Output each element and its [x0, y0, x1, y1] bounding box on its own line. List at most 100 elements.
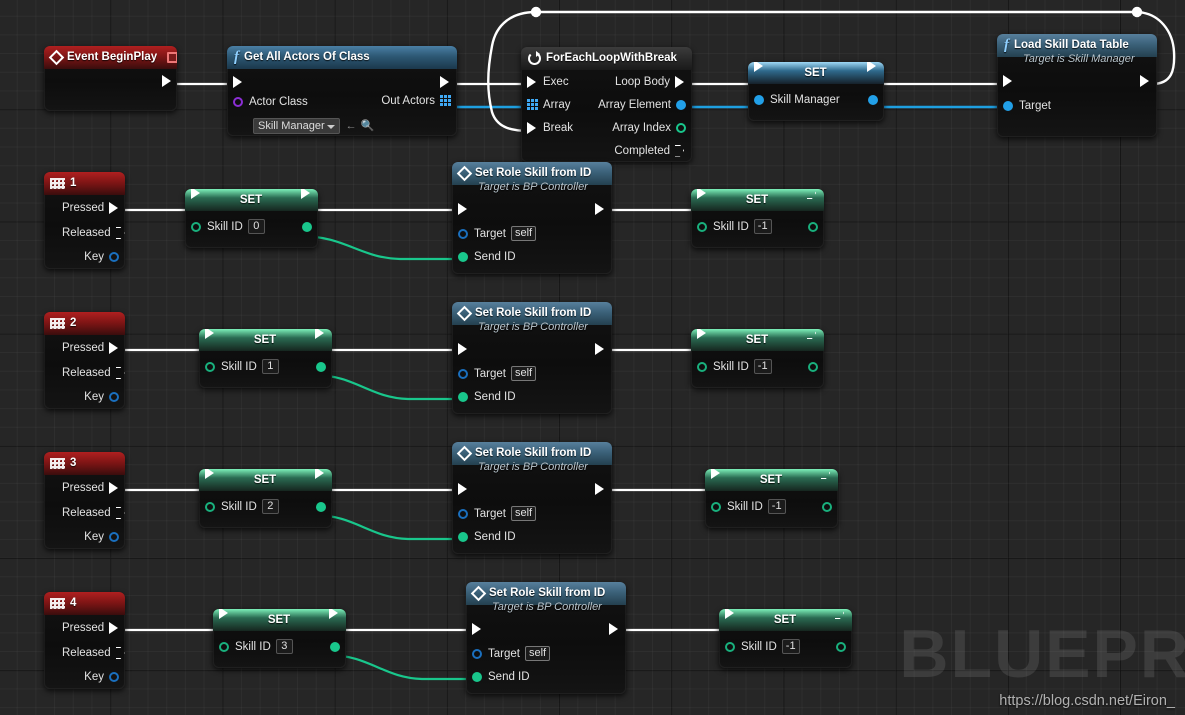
- exec-out-pin[interactable]: [609, 623, 620, 635]
- node-set-skill-manager[interactable]: SET Skill Manager: [748, 62, 884, 121]
- skill-id-value[interactable]: -1: [753, 219, 772, 234]
- target-pin[interactable]: [458, 508, 468, 519]
- node-set-skill-id-left-2[interactable]: SET Skill ID 1: [199, 329, 332, 388]
- exec-out-pin[interactable]: [821, 469, 832, 479]
- actor-class-value[interactable]: Skill Manager: [253, 117, 340, 134]
- array-element-pin[interactable]: [676, 99, 686, 110]
- skill-id-in-pin[interactable]: [191, 221, 201, 232]
- exec-in-pin[interactable]: [191, 189, 202, 199]
- delegate-square-icon[interactable]: [167, 52, 177, 63]
- exec-in-pin[interactable]: [711, 469, 722, 479]
- key-pin[interactable]: [109, 532, 119, 542]
- node-load-skill-data-table[interactable]: f Load Skill Data Table Target is Skill …: [997, 34, 1157, 137]
- skill-id-value[interactable]: -1: [767, 499, 786, 514]
- exec-in-pin[interactable]: [697, 189, 708, 199]
- exec-in-pin[interactable]: [472, 623, 483, 635]
- skill-id-value[interactable]: 2: [261, 499, 279, 514]
- array-index-pin[interactable]: [676, 122, 686, 133]
- exec-in-pin[interactable]: [1003, 75, 1014, 87]
- exec-out-pin[interactable]: [595, 483, 606, 495]
- exec-out-pin[interactable]: [867, 62, 878, 72]
- exec-in-pin[interactable]: [458, 203, 469, 215]
- key-pin[interactable]: [109, 252, 119, 262]
- released-exec-pin[interactable]: [115, 647, 125, 659]
- node-set-skill-id-left-3[interactable]: SET Skill ID 2: [199, 469, 332, 528]
- node-set-role-skill-from-id-2[interactable]: Set Role Skill from ID Target is BP Cont…: [452, 302, 612, 414]
- skill-id-in-pin[interactable]: [697, 221, 707, 232]
- node-set-skill-id-left-1[interactable]: SET Skill ID 0: [185, 189, 318, 248]
- node-set-skill-id-left-4[interactable]: SET Skill ID 3: [213, 609, 346, 668]
- completed-exec-pin[interactable]: [675, 144, 686, 157]
- exec-in-pin[interactable]: [697, 329, 708, 339]
- released-exec-pin[interactable]: [115, 507, 125, 519]
- skill-manager-out-pin[interactable]: [868, 94, 878, 105]
- node-key-event-1[interactable]: 1 Pressed Released Key: [44, 172, 125, 269]
- exec-in-pin[interactable]: [458, 343, 469, 355]
- exec-out-pin[interactable]: [595, 203, 606, 215]
- skill-id-out-pin[interactable]: [316, 361, 326, 372]
- exec-in-pin[interactable]: [205, 329, 216, 339]
- break-exec-pin[interactable]: [527, 121, 538, 134]
- loop-body-exec-pin[interactable]: [675, 75, 686, 88]
- released-exec-pin[interactable]: [115, 367, 125, 379]
- skill-id-out-pin[interactable]: [302, 221, 312, 232]
- node-key-event-2[interactable]: 2 Pressed Released Key: [44, 312, 125, 409]
- target-value[interactable]: self: [510, 506, 537, 521]
- back-arrow-icon[interactable]: ←: [346, 120, 357, 132]
- node-foreach-loop-with-break[interactable]: ForEachLoopWithBreak Exec Loop Body Arra…: [521, 47, 692, 162]
- skill-id-value[interactable]: 3: [275, 639, 293, 654]
- pressed-exec-pin[interactable]: [109, 482, 119, 494]
- skill-id-in-pin[interactable]: [205, 501, 215, 512]
- exec-out-pin[interactable]: [329, 609, 340, 619]
- skill-id-value[interactable]: 1: [261, 359, 279, 374]
- skill-id-value[interactable]: -1: [781, 639, 800, 654]
- node-set-role-skill-from-id-4[interactable]: Set Role Skill from ID Target is BP Cont…: [466, 582, 626, 694]
- skill-id-out-pin[interactable]: [330, 641, 340, 652]
- send-id-pin[interactable]: [472, 671, 482, 682]
- browse-search-icon[interactable]: 🔍: [361, 119, 375, 132]
- target-pin[interactable]: [458, 368, 468, 379]
- skill-id-out-pin[interactable]: [836, 641, 846, 652]
- exec-out-pin[interactable]: [440, 76, 451, 88]
- skill-id-out-pin[interactable]: [808, 361, 818, 372]
- released-exec-pin[interactable]: [115, 227, 125, 239]
- pressed-exec-pin[interactable]: [109, 202, 119, 214]
- array-in-pin[interactable]: [527, 99, 538, 110]
- key-pin[interactable]: [109, 672, 119, 682]
- skill-id-in-pin[interactable]: [697, 361, 707, 372]
- exec-in-pin[interactable]: [458, 483, 469, 495]
- node-key-event-3[interactable]: 3 Pressed Released Key: [44, 452, 125, 549]
- target-pin[interactable]: [472, 648, 482, 659]
- exec-out-pin[interactable]: [595, 343, 606, 355]
- target-value[interactable]: self: [510, 366, 537, 381]
- send-id-pin[interactable]: [458, 391, 468, 402]
- target-pin[interactable]: [458, 228, 468, 239]
- skill-id-in-pin[interactable]: [219, 641, 229, 652]
- send-id-pin[interactable]: [458, 531, 468, 542]
- actor-class-pin[interactable]: [233, 97, 243, 107]
- node-get-all-actors-of-class[interactable]: f Get All Actors Of Class Actor Class Ou…: [227, 46, 457, 136]
- target-value[interactable]: self: [510, 226, 537, 241]
- skill-manager-in-pin[interactable]: [754, 94, 764, 105]
- exec-in-pin[interactable]: [754, 62, 765, 72]
- exec-out-pin[interactable]: [162, 75, 173, 87]
- exec-out-pin[interactable]: [315, 469, 326, 479]
- exec-out-pin[interactable]: [807, 329, 818, 339]
- node-set-role-skill-from-id-3[interactable]: Set Role Skill from ID Target is BP Cont…: [452, 442, 612, 554]
- skill-id-out-pin[interactable]: [316, 501, 326, 512]
- exec-out-pin[interactable]: [315, 329, 326, 339]
- skill-id-value[interactable]: -1: [753, 359, 772, 374]
- node-set-skill-id-right-3[interactable]: SET Skill ID -1: [705, 469, 838, 528]
- exec-out-pin[interactable]: [835, 609, 846, 619]
- exec-out-pin[interactable]: [807, 189, 818, 199]
- node-key-event-4[interactable]: 4 Pressed Released Key: [44, 592, 125, 689]
- exec-in-pin[interactable]: [233, 76, 244, 88]
- blueprint-graph-canvas[interactable]: Event BeginPlay f Get All Actors Of Clas…: [0, 0, 1185, 715]
- out-actors-array-pin[interactable]: [440, 95, 451, 106]
- pressed-exec-pin[interactable]: [109, 622, 119, 634]
- skill-id-out-pin[interactable]: [822, 501, 832, 512]
- exec-in-pin[interactable]: [219, 609, 230, 619]
- actor-class-combo[interactable]: Skill Manager: [253, 117, 340, 134]
- skill-id-in-pin[interactable]: [725, 641, 735, 652]
- node-set-skill-id-right-4[interactable]: SET Skill ID -1: [719, 609, 852, 668]
